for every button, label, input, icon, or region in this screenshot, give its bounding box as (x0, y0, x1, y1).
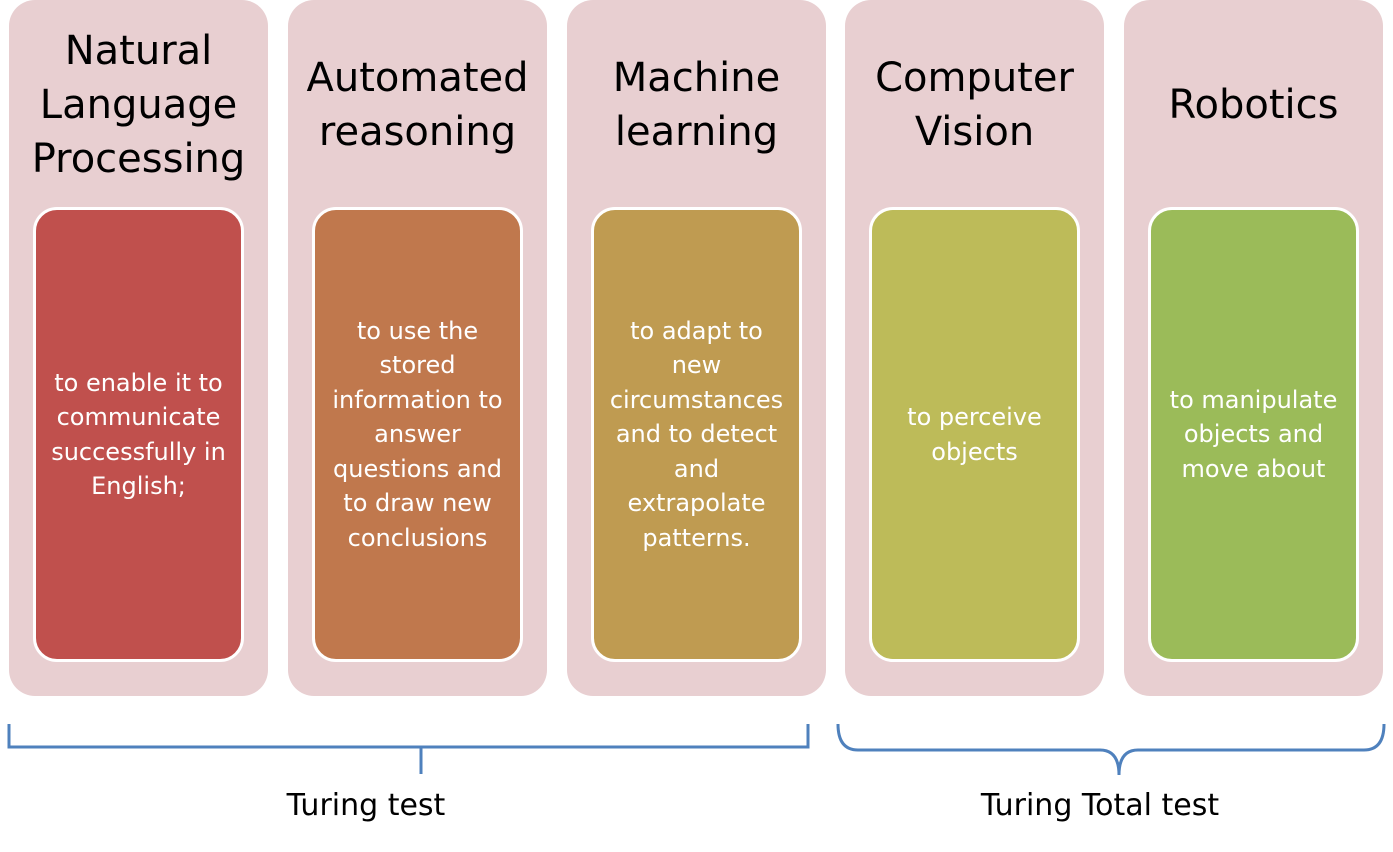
description-card: to enable it to communicate successfully… (33, 207, 244, 662)
description-text: to manipulate objects and move about (1169, 385, 1338, 483)
description-card: to adapt to new circumstances and to det… (591, 207, 802, 662)
turing-test-bracket (7, 724, 810, 774)
turing-test-label: Turing test (286, 788, 446, 823)
description-card: to manipulate objects and move about (1148, 207, 1359, 662)
column-title: Natural Language Processing (31, 28, 246, 182)
column-automated-reasoning: Automated reasoning to use the stored in… (288, 0, 547, 696)
column-title: Robotics (1168, 82, 1339, 128)
description-text: to perceive objects (907, 403, 1042, 466)
description-text: to enable it to communicate successfully… (51, 368, 226, 501)
description-card: to use the stored information to answer … (312, 207, 523, 662)
column-machine-learning: Machine learning to adapt to new circums… (567, 0, 826, 696)
turing-total-test-bracket (836, 723, 1386, 776)
description-card: to perceive objects (869, 207, 1080, 662)
column-robotics: Robotics to manipulate objects and move … (1124, 0, 1383, 696)
column-title: Automated reasoning (306, 55, 529, 155)
column-natural-language-processing: Natural Language Processing to enable it… (9, 0, 268, 696)
column-title: Machine learning (612, 55, 781, 155)
column-computer-vision: Computer Vision to perceive objects (845, 0, 1104, 696)
description-text: to adapt to new circumstances and to det… (609, 316, 784, 552)
description-text: to use the stored information to answer … (332, 316, 503, 552)
turing-total-test-label: Turing Total test (980, 788, 1220, 823)
column-title: Computer Vision (875, 55, 1074, 155)
diagram-stage: Natural Language Processing to enable it… (0, 0, 1393, 852)
